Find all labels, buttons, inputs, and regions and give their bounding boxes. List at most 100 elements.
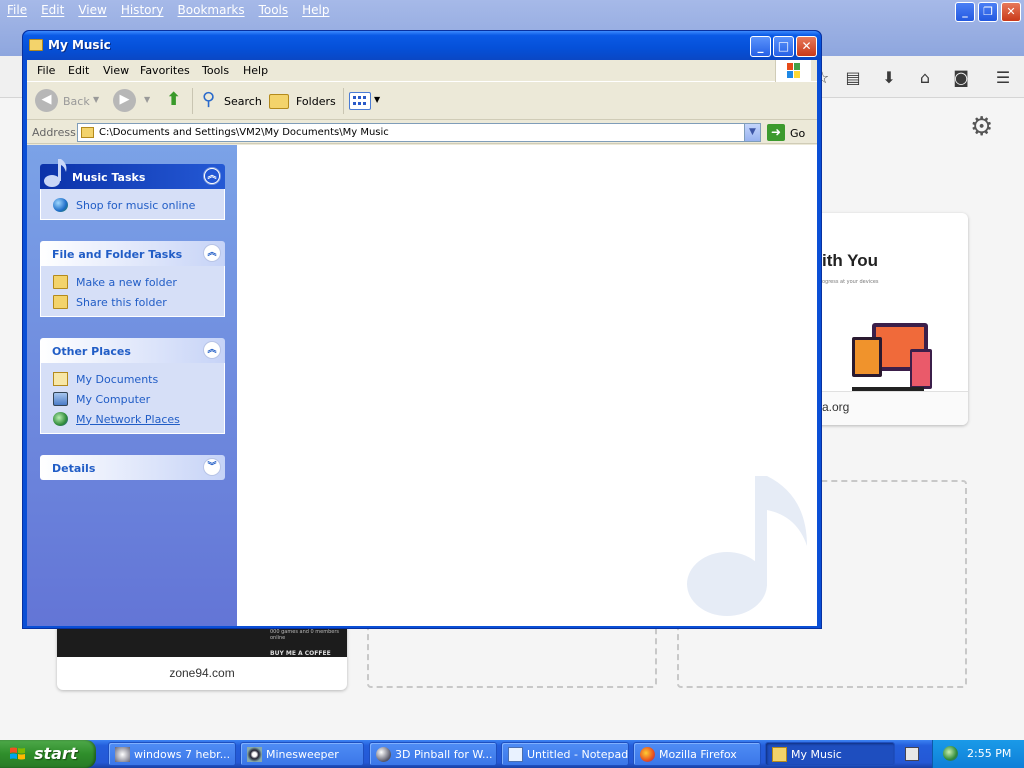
address-bar: Address C:\Documents and Settings\VM2\My… (27, 121, 817, 144)
folder-icon (81, 127, 94, 138)
tile-subtitle: ogress at your devices (822, 279, 879, 285)
up-folder-icon[interactable]: ⬆ (162, 89, 185, 112)
start-button[interactable]: start (0, 740, 96, 768)
firefox-close-button[interactable]: ✕ (1001, 2, 1021, 22)
clock[interactable]: 2:55 PM (967, 747, 1011, 760)
task-label[interactable]: Make a new folder (76, 276, 177, 289)
panel-body: My Documents My Computer My Network Plac… (40, 363, 225, 434)
collapse-chevron-icon[interactable]: ︽ (204, 342, 220, 358)
taskbar-item-label: My Music (791, 748, 842, 761)
go-button[interactable]: Go (790, 127, 805, 140)
firefox-minimize-button[interactable]: _ (955, 2, 975, 22)
taskbar-item-windows7-hebrew[interactable]: windows 7 hebr... (108, 742, 236, 766)
address-input[interactable]: C:\Documents and Settings\VM2\My Documen… (77, 123, 761, 142)
firefox-menu-help[interactable]: Help (295, 0, 336, 22)
taskbar-item-minesweeper[interactable]: Minesweeper (240, 742, 364, 766)
firefox-menu-history[interactable]: History (114, 0, 171, 22)
place-label[interactable]: My Documents (76, 373, 158, 386)
close-button[interactable]: ✕ (796, 36, 817, 57)
standard-toolbar: ◀ Back ▼ ▶ ▼ ⬆ ⚲ Search Folders ▼ (27, 82, 817, 120)
toolbar-separator (192, 88, 193, 114)
home-icon[interactable]: ⌂ (915, 68, 935, 88)
gear-icon[interactable]: ⚙ (970, 112, 993, 142)
panel-title: Music Tasks (72, 171, 146, 184)
other-places-panel: Other Places ︽ My Documents My Computer … (40, 338, 225, 434)
menu-view[interactable]: View (103, 64, 129, 77)
new-folder-icon (53, 275, 68, 289)
panel-title: Other Places (52, 345, 131, 358)
views-dropdown-icon[interactable]: ▼ (374, 95, 380, 104)
windows-logo-icon (775, 60, 811, 82)
firefox-menu-file[interactable]: File (0, 0, 34, 22)
place-label[interactable]: My Network Places (76, 413, 180, 426)
place-my-network-places[interactable]: My Network Places (53, 409, 224, 429)
collapse-chevron-icon[interactable]: ︽ (204, 245, 220, 261)
panel-header[interactable]: Other Places ︽ (40, 338, 225, 363)
task-share-folder[interactable]: Share this folder (53, 292, 224, 312)
task-label[interactable]: Share this folder (76, 296, 167, 309)
menu-tools[interactable]: Tools (202, 64, 229, 77)
task-shop-music-online[interactable]: Shop for music online (53, 195, 224, 215)
firefox-menu-bookmarks[interactable]: Bookmarks (171, 0, 252, 22)
back-arrow-icon[interactable]: ◀ (35, 89, 58, 112)
pinball-icon (376, 747, 391, 762)
expand-chevron-icon[interactable]: ︾ (204, 459, 220, 475)
collapse-chevron-icon[interactable]: ︽ (204, 168, 220, 184)
back-button-label[interactable]: Back (63, 95, 90, 108)
mine-icon (247, 747, 262, 762)
downloads-icon[interactable]: ⬇ (879, 68, 899, 88)
keyboard-language-icon[interactable] (905, 747, 919, 761)
back-dropdown-icon[interactable]: ▼ (93, 95, 99, 104)
place-my-computer[interactable]: My Computer (53, 389, 224, 409)
menu-file[interactable]: File (37, 64, 55, 77)
toolbar-separator (343, 88, 344, 114)
task-make-new-folder[interactable]: Make a new folder (53, 272, 224, 292)
menu-help[interactable]: Help (243, 64, 268, 77)
panel-header[interactable]: File and Folder Tasks ︽ (40, 241, 225, 266)
windows-flag-icon (10, 747, 25, 760)
taskbar-item-label: 3D Pinball for W... (395, 748, 493, 761)
folder-icon (29, 39, 43, 51)
taskbar-item-notepad[interactable]: Untitled - Notepad (501, 742, 629, 766)
firefox-menu-tools[interactable]: Tools (252, 0, 296, 22)
firefox-menu-edit[interactable]: Edit (34, 0, 71, 22)
place-label[interactable]: My Computer (76, 393, 150, 406)
search-button[interactable]: Search (224, 95, 262, 108)
panel-header[interactable]: Details ︾ (40, 455, 225, 480)
go-arrow-icon[interactable]: ➜ (767, 124, 785, 141)
search-icon[interactable]: ⚲ (197, 89, 220, 112)
window-titlebar[interactable]: My Music _ □ ✕ (23, 31, 821, 60)
reading-list-icon[interactable]: ▤ (843, 68, 863, 88)
place-my-documents[interactable]: My Documents (53, 369, 224, 389)
forward-dropdown-icon[interactable]: ▼ (144, 95, 150, 104)
folder-content-area[interactable] (237, 145, 817, 626)
views-icon[interactable] (349, 92, 371, 110)
address-dropdown-icon[interactable]: ▼ (744, 124, 760, 141)
taskbar-item-label: Minesweeper (266, 748, 339, 761)
taskbar-item-label: Mozilla Firefox (659, 748, 737, 761)
windows-icon (115, 747, 130, 762)
panel-header[interactable]: Music Tasks ︽ (40, 159, 225, 189)
maximize-button[interactable]: □ (773, 36, 794, 57)
minimize-button[interactable]: _ (750, 36, 771, 57)
pocket-icon[interactable]: ◙ (951, 68, 971, 88)
network-tray-icon[interactable] (943, 746, 958, 761)
task-label[interactable]: Shop for music online (76, 199, 195, 212)
firefox-restore-button[interactable]: ❐ (978, 2, 998, 22)
folders-button[interactable]: Folders (296, 95, 336, 108)
taskbar-item-pinball[interactable]: 3D Pinball for W... (369, 742, 497, 766)
taskbar-item-label: windows 7 hebr... (134, 748, 231, 761)
menu-favorites[interactable]: Favorites (140, 64, 190, 77)
forward-arrow-icon[interactable]: ▶ (113, 89, 136, 112)
address-path[interactable]: C:\Documents and Settings\VM2\My Documen… (99, 127, 389, 138)
panel-title: File and Folder Tasks (52, 248, 183, 261)
menu-edit[interactable]: Edit (68, 64, 89, 77)
folders-icon[interactable] (269, 94, 289, 109)
firefox-menu-view[interactable]: View (71, 0, 113, 22)
music-tasks-panel: Music Tasks ︽ Shop for music online (40, 159, 225, 220)
taskbar-item-firefox[interactable]: Mozilla Firefox (633, 742, 761, 766)
top-site-tile-zone94[interactable]: 000 games and 0 members online BUY ME A … (57, 620, 347, 690)
hamburger-menu-icon[interactable]: ☰ (993, 68, 1013, 88)
details-panel: Details ︾ (40, 455, 225, 480)
taskbar-item-my-music[interactable]: My Music (765, 742, 895, 766)
